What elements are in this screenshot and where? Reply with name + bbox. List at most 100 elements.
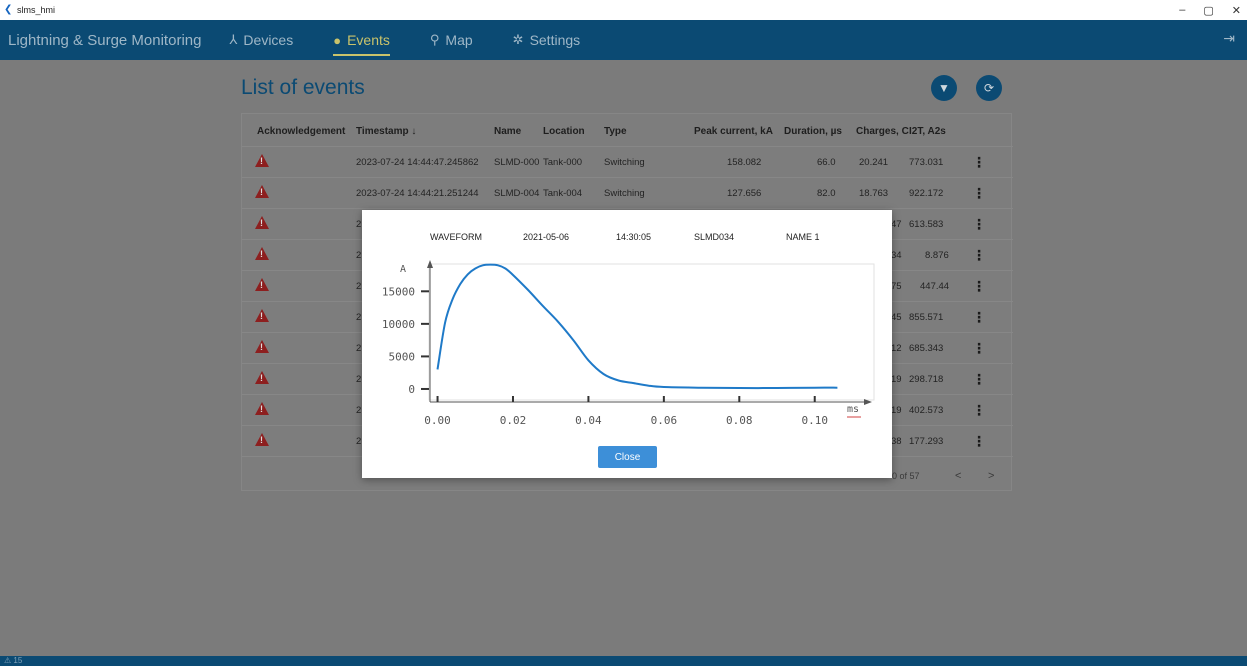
table-row[interactable]: 2023-07-24 14:44:21.251244 SLMD-004 Tank…	[242, 177, 1013, 208]
waveform-chart: 0.00 0.02 0.04 0.06 0.08 0.10 0 5000 10000 15000 …	[362, 254, 892, 444]
app-brand: Lightning & Surge Monitoring	[8, 31, 202, 49]
nav-devices[interactable]: ⅄ Devices	[229, 20, 293, 60]
row-menu-icon[interactable]: ⋮	[972, 402, 986, 419]
next-page-button[interactable]: >	[988, 470, 994, 482]
pagination-range: 0 of 57	[892, 471, 920, 481]
waveform-date: 2021-05-06	[523, 232, 570, 242]
logout-icon[interactable]: ⇥	[1223, 30, 1235, 47]
x-tick-label: 0.02	[500, 414, 526, 427]
cell-timestamp: 2	[356, 405, 362, 416]
waveform-time: 14:30:05	[616, 232, 652, 242]
close-button[interactable]: Close	[598, 446, 657, 468]
cell-duration: 82.0	[817, 188, 836, 199]
row-menu-icon[interactable]: ⋮	[972, 278, 986, 295]
waveform-name: NAME 1	[786, 232, 820, 242]
row-menu-icon[interactable]: ⋮	[972, 340, 986, 357]
x-tick-label: 0.08	[726, 414, 753, 427]
warning-icon[interactable]	[255, 371, 269, 384]
cell-type: Switching	[604, 157, 645, 168]
x-tick-label: 0.06	[651, 414, 678, 427]
warning-icon[interactable]	[255, 402, 269, 415]
plot-frame	[428, 263, 875, 401]
map-pin-icon: ⚲	[429, 32, 440, 47]
cell-i2t: 177.293	[909, 436, 944, 447]
row-menu-icon[interactable]: ⋮	[972, 309, 986, 326]
cell-timestamp: 2023-07-24 14:44:47.245862	[356, 157, 479, 168]
filter-button[interactable]: ▼	[931, 75, 957, 101]
nav-events[interactable]: ● Events	[333, 20, 390, 60]
cell-i2t: 613.583	[909, 219, 944, 230]
warning-icon[interactable]	[255, 216, 269, 229]
cell-timestamp: 2	[356, 343, 362, 354]
nav-settings[interactable]: ✲ Settings	[513, 20, 581, 60]
y-tick-label: 10000	[382, 318, 415, 331]
nav-label: Settings	[529, 32, 581, 48]
waveform-device: SLMD034	[694, 232, 735, 242]
cell-charges: 45	[891, 312, 902, 323]
col-timestamp[interactable]: Timestamp ↓	[356, 126, 416, 137]
series-line	[436, 263, 838, 390]
cell-timestamp: 2	[356, 374, 362, 385]
alarm-count: ⚠ 15	[4, 656, 23, 665]
x-tick-label: 0.00	[424, 414, 451, 427]
y-axis-label: A	[400, 264, 406, 275]
warning-icon[interactable]	[255, 247, 269, 260]
warning-icon[interactable]	[255, 278, 269, 291]
warning-icon[interactable]	[255, 433, 269, 446]
row-menu-icon[interactable]: ⋮	[972, 247, 986, 264]
warning-icon[interactable]	[255, 154, 269, 167]
app-logo-icon: ❮	[4, 4, 13, 15]
col-name[interactable]: Name	[494, 126, 521, 137]
cell-i2t: 298.718	[909, 374, 944, 385]
devices-icon: ⅄	[229, 32, 238, 47]
row-menu-icon[interactable]: ⋮	[972, 216, 986, 233]
y-tick-label: 0	[408, 383, 415, 396]
col-peak-current[interactable]: Peak current, kA	[694, 126, 773, 137]
cell-timestamp: 2	[356, 312, 362, 323]
close-window-button[interactable]: ✕	[1232, 4, 1241, 17]
col-acknowledgement[interactable]: Acknowledgement	[257, 126, 345, 137]
refresh-icon: ⟳	[983, 81, 995, 95]
waveform-header: WAVEFORM 2021-05-06 14:30:05 SLMD034 NAM…	[362, 232, 892, 244]
gear-icon: ✲	[512, 32, 524, 47]
app-nav-bar: Lightning & Surge Monitoring ⅄ Devices ●…	[0, 20, 1247, 60]
row-menu-icon[interactable]: ⋮	[972, 371, 986, 388]
col-charges[interactable]: Charges, C	[856, 126, 909, 137]
row-menu-icon[interactable]: ⋮	[972, 154, 986, 171]
cell-location: Tank-000	[543, 157, 583, 168]
table-row[interactable]: 2023-07-24 14:44:47.245862 SLMD-000 Tank…	[242, 146, 1013, 177]
cell-timestamp: 2	[356, 436, 362, 447]
maximize-button[interactable]: ▢	[1203, 4, 1213, 17]
cell-type: Switching	[604, 188, 645, 199]
warning-icon[interactable]	[255, 309, 269, 322]
cell-i2t: 447.44	[920, 281, 950, 292]
cell-timestamp: 2	[356, 250, 362, 261]
cell-name: SLMD-000	[494, 157, 540, 168]
nav-label: Events	[347, 32, 390, 48]
table-header: Acknowledgement Timestamp ↓ Name Locatio…	[242, 114, 1013, 146]
cell-charges: 47	[891, 219, 902, 230]
col-i2t[interactable]: I2T, A2s	[909, 126, 946, 137]
x-axis-label: ms	[847, 404, 859, 415]
nav-map[interactable]: ⚲ Map	[430, 20, 473, 60]
col-duration[interactable]: Duration, µs	[784, 126, 842, 137]
y-tick-label: 5000	[389, 350, 416, 363]
warning-icon[interactable]	[255, 185, 269, 198]
cell-i2t: 773.031	[909, 157, 944, 168]
x-tick-label: 0.10	[801, 414, 828, 427]
window-title-bar: ❮ slms_hmi – ▢ ✕	[0, 0, 1247, 20]
row-menu-icon[interactable]: ⋮	[972, 433, 986, 450]
warning-icon[interactable]	[255, 340, 269, 353]
col-type[interactable]: Type	[604, 126, 627, 137]
status-bar: ⚠ 15	[0, 656, 1247, 666]
refresh-button[interactable]: ⟳	[976, 75, 1002, 101]
minimize-button[interactable]: –	[1179, 4, 1185, 16]
col-location[interactable]: Location	[543, 126, 585, 137]
waveform-chart-svg: 0.00 0.02 0.04 0.06 0.08 0.10050001000015000 …	[382, 260, 875, 427]
cell-duration: 66.0	[817, 157, 836, 168]
cell-timestamp: 2	[356, 281, 362, 292]
row-menu-icon[interactable]: ⋮	[972, 185, 986, 202]
alarm-count-value: 15	[13, 656, 23, 665]
prev-page-button[interactable]: <	[955, 470, 961, 482]
nav-label: Devices	[243, 32, 294, 48]
